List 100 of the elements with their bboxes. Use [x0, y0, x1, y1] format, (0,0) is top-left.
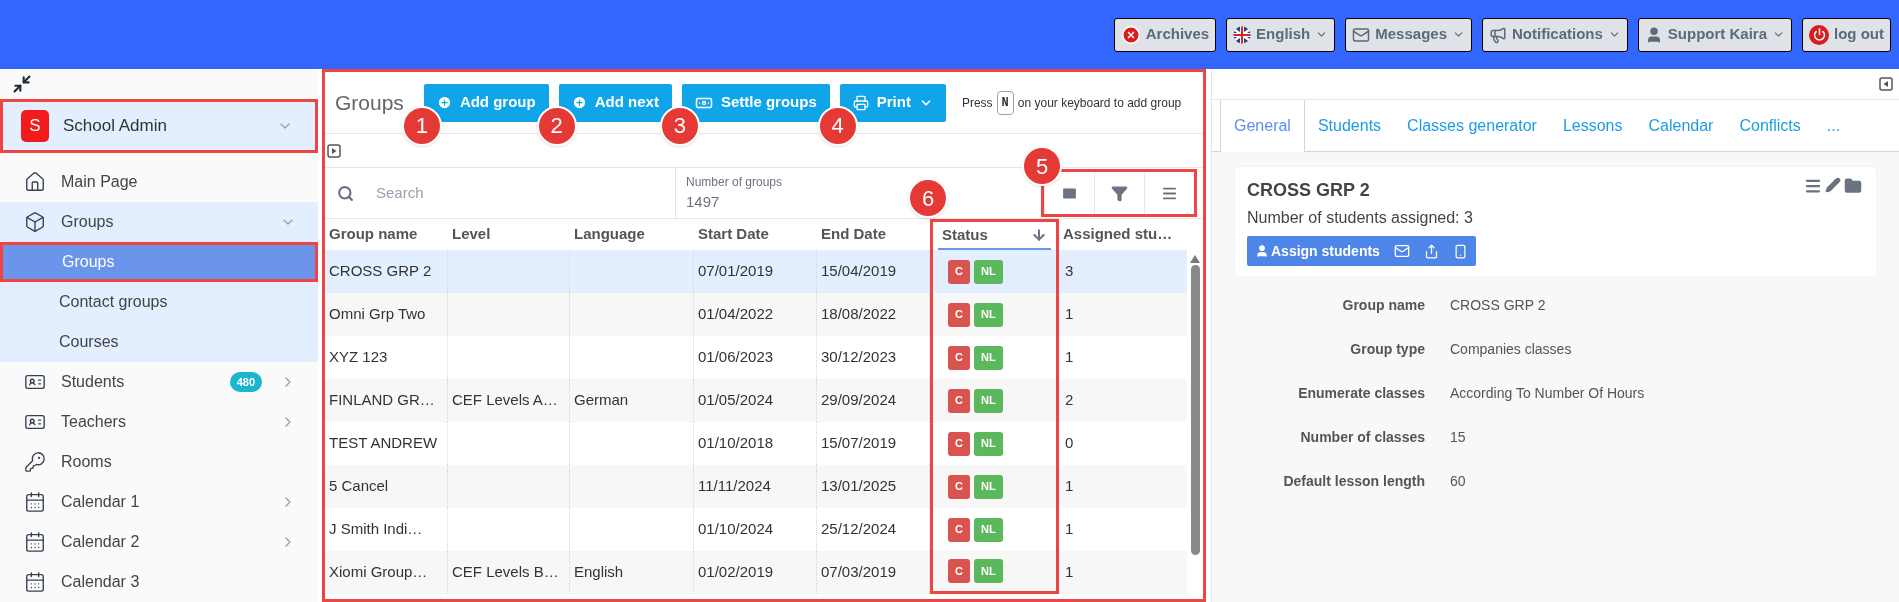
field-label: Number of classes	[1299, 428, 1425, 447]
power-icon	[1809, 24, 1829, 45]
table-cell-text: 0	[1064, 433, 1075, 454]
field-label: Enumerate classes	[1297, 384, 1425, 403]
calendar-icon	[24, 571, 46, 593]
sidebar-item[interactable]: Main Page	[0, 162, 318, 202]
top-bar-button[interactable]: Messages	[1345, 17, 1472, 52]
status-tag: NL	[973, 388, 1003, 413]
table-cell: English	[570, 551, 694, 594]
table-cell: CEF Levels B…	[448, 551, 570, 594]
table-cell-text: 2	[1064, 390, 1075, 411]
column-header[interactable]: End Date	[817, 219, 930, 250]
table-cell-text: 1	[1064, 304, 1075, 325]
status-tag: NL	[973, 259, 1003, 284]
table-cell-text: 3	[1064, 261, 1075, 282]
table-cell: 07/03/2019	[817, 551, 930, 594]
callout-number: 6	[908, 178, 948, 218]
sidebar-subitem[interactable]: Contact groups	[0, 282, 318, 322]
column-header[interactable]: Language	[570, 219, 694, 250]
field-value: 60	[1450, 472, 1466, 491]
column-header[interactable]: Level	[448, 219, 570, 250]
top-bar-button[interactable]: Support Kaira	[1637, 17, 1792, 52]
table-row[interactable]: FINLAND GR… CEF Levels A… German 01/05/2024 29/09/2024 C NL 2	[325, 379, 1187, 422]
sidebar-item[interactable]: Calendar 1	[0, 482, 318, 522]
count-value: 1497	[686, 191, 721, 212]
folder-icon[interactable]	[1844, 177, 1862, 195]
column-header[interactable]: Start Date	[694, 219, 817, 250]
plus-icon	[571, 95, 587, 110]
field-label: Group name	[1341, 296, 1425, 315]
card-subtitle: Number of students assigned: 3	[1247, 208, 1474, 228]
sidebar-item[interactable]: Teachers	[0, 402, 318, 442]
status-tag: NL	[973, 431, 1003, 456]
sidebar-item[interactable]: Groups	[0, 202, 318, 242]
column-header[interactable]: Group name	[325, 219, 448, 250]
table-cell-text: 1	[1064, 347, 1075, 368]
status-tag: NL	[973, 559, 1003, 583]
key-icon	[24, 451, 46, 473]
table-cell-text: 1	[1064, 562, 1075, 583]
panel-toggle-icon[interactable]	[1879, 77, 1893, 91]
organization-name: School Admin	[63, 114, 168, 137]
callout-number: 5	[1022, 146, 1062, 186]
field-value: CROSS GRP 2	[1450, 296, 1546, 315]
status-tag: C	[948, 559, 970, 583]
status-tag: C	[948, 345, 970, 370]
share-icon	[1423, 243, 1439, 259]
scroll-up-icon[interactable]	[1190, 255, 1200, 263]
sidebar-item[interactable]: Calendar 3	[0, 562, 318, 602]
status-tag: NL	[973, 302, 1003, 327]
status-tag: C	[948, 431, 970, 456]
status-tag: C	[948, 302, 970, 327]
flag-icon	[1233, 25, 1252, 44]
table-row[interactable]: 5 Cancel 11/11/2024 13/01/2025 C NL 1	[325, 465, 1187, 508]
sidebar-item[interactable]: Rooms	[0, 442, 318, 482]
key-cap: N	[996, 90, 1014, 115]
sidebar-item[interactable]: Students 480	[0, 362, 318, 402]
top-bar-button[interactable]: log out	[1802, 17, 1891, 52]
status-tag: NL	[973, 345, 1003, 370]
table-row[interactable]: Omni Grp Two 01/04/2022 18/08/2022 C NL 1	[325, 293, 1187, 336]
table-cell-text: 1	[1064, 476, 1075, 497]
calendar-icon	[24, 531, 46, 553]
calendar-icon	[24, 491, 46, 513]
table-row[interactable]: CROSS GRP 2 07/01/2019 15/04/2019 C NL 3	[325, 250, 1187, 293]
field-value: 15	[1450, 428, 1466, 447]
card-title: CROSS GRP 2	[1247, 179, 1370, 202]
field-value: Companies classes	[1450, 340, 1572, 359]
status-tag: C	[948, 474, 970, 499]
home-icon	[24, 171, 46, 193]
top-bar-button[interactable]: Archives	[1113, 17, 1217, 52]
collapse-icon[interactable]	[12, 73, 32, 94]
assign-students-button[interactable]: Assign students	[1247, 236, 1476, 266]
status-tag: C	[948, 517, 970, 542]
count-badge: 480	[229, 371, 262, 393]
page-title: Groups	[335, 89, 404, 116]
keyboard-hint-text: on your keyboard to add group	[1017, 94, 1182, 112]
search-icon	[337, 184, 354, 202]
phone-icon	[1452, 243, 1468, 259]
sidebar-header[interactable]: S School Admin	[0, 98, 318, 153]
status-tag: NL	[973, 474, 1003, 499]
table-cell: Xiomi Group…	[325, 551, 448, 594]
search-field[interactable]: Search	[376, 181, 626, 205]
menu-icon[interactable]	[1804, 177, 1822, 195]
table-cell-text: 1	[1064, 519, 1075, 540]
status-tag: C	[948, 259, 970, 284]
close-icon	[1120, 24, 1141, 45]
status-tag: C	[948, 388, 970, 413]
top-bar-button[interactable]: English	[1226, 17, 1336, 52]
user-icon	[1255, 244, 1269, 258]
filter-icon	[1111, 184, 1128, 202]
pencil-icon[interactable]	[1825, 177, 1841, 193]
table-row[interactable]: Xiomi Group… CEF Levels B… English 01/02/2019 07/03/2019 C NL 1	[325, 551, 1187, 594]
plus-icon	[436, 95, 452, 110]
panel-toggle-icon[interactable]	[327, 143, 341, 158]
sidebar-subitem[interactable]: Courses	[0, 322, 318, 362]
field-label: Group type	[1349, 340, 1425, 359]
avatar-initial: S	[21, 109, 49, 142]
top-bar-button[interactable]: Notifications	[1482, 17, 1628, 52]
sidebar-item[interactable]: Calendar 2	[0, 522, 318, 562]
column-header[interactable]: Assigned stu…	[1059, 219, 1187, 250]
status-tag: NL	[973, 517, 1003, 542]
keyboard-hint-text: Press	[961, 94, 993, 112]
